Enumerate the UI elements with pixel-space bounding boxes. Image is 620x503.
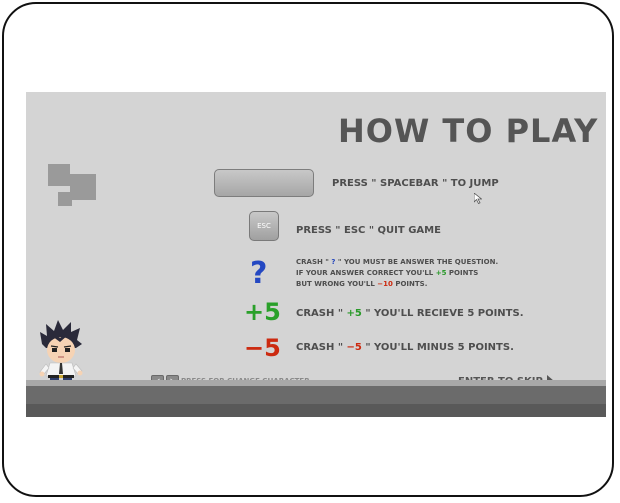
esc-key-icon: ESC	[249, 211, 279, 241]
minus-value: −5	[346, 342, 362, 353]
plus-value: +5	[346, 308, 362, 319]
esc-text-post: " QUIT GAME	[368, 225, 441, 236]
esc-instruction: PRESS " ESC " QUIT GAME	[296, 225, 441, 236]
plus-five-icon: +5	[244, 298, 281, 326]
question-line1-pre: CRASH "	[296, 258, 332, 266]
question-line2-pre: IF YOUR ANSWER CORRECT YOU'LL	[296, 269, 436, 277]
decor-square	[48, 164, 70, 186]
minus-five-icon: −5	[244, 334, 281, 362]
decor-square	[58, 192, 72, 206]
esc-key-label: ESC	[257, 222, 271, 230]
floor	[26, 386, 606, 404]
decor-square	[70, 174, 96, 200]
page-title: HOW TO PLAY	[338, 112, 599, 150]
question-instruction-line3: BUT WRONG YOU'LL −10 POINTS.	[296, 279, 427, 289]
question-line1-post: " YOU MUST BE ANSWER THE QUESTION.	[335, 258, 499, 266]
plus-text-pre: CRASH "	[296, 308, 347, 319]
game-screen: HOW TO PLAY PRESS " SPACEBAR " TO JUMP E…	[26, 92, 606, 417]
device-frame: HOW TO PLAY PRESS " SPACEBAR " TO JUMP E…	[2, 2, 614, 497]
minus-instruction: CRASH " −5 " YOU'LL MINUS 5 POINTS.	[296, 342, 514, 353]
question-mark-icon: ?	[250, 256, 268, 291]
question-line3-pre: BUT WRONG YOU'LL	[296, 280, 378, 288]
plus-instruction: CRASH " +5 " YOU'LL RECIEVE 5 POINTS.	[296, 308, 524, 319]
floor-base	[26, 404, 606, 417]
question-line3-post: POINTS.	[392, 280, 428, 288]
question-instruction-line2: IF YOUR ANSWER CORRECT YOU'LL +5 POINTS	[296, 268, 478, 278]
spacebar-instruction: PRESS " SPACEBAR " TO JUMP	[332, 178, 499, 189]
plus-text-post: " YOU'LL RECIEVE 5 POINTS.	[361, 308, 524, 319]
spacebar-key-icon	[214, 169, 314, 197]
minus-text-post: " YOU'LL MINUS 5 POINTS.	[361, 342, 514, 353]
minus-text-pre: CRASH "	[296, 342, 347, 353]
spacebar-text-post: " TO JUMP	[442, 178, 499, 189]
question-line3-value: −10	[377, 280, 393, 288]
question-line2-value: +5	[435, 269, 447, 277]
esc-text-pre: PRESS "	[296, 225, 341, 236]
mouse-cursor-icon	[474, 193, 482, 204]
spacebar-key-text: SPACEBAR	[376, 178, 443, 189]
question-instruction-line1: CRASH " ? " YOU MUST BE ANSWER THE QUEST…	[296, 257, 498, 267]
esc-key-text: ESC	[340, 225, 369, 236]
question-line2-post: POINTS	[446, 269, 479, 277]
spacebar-text-pre: PRESS "	[332, 178, 377, 189]
